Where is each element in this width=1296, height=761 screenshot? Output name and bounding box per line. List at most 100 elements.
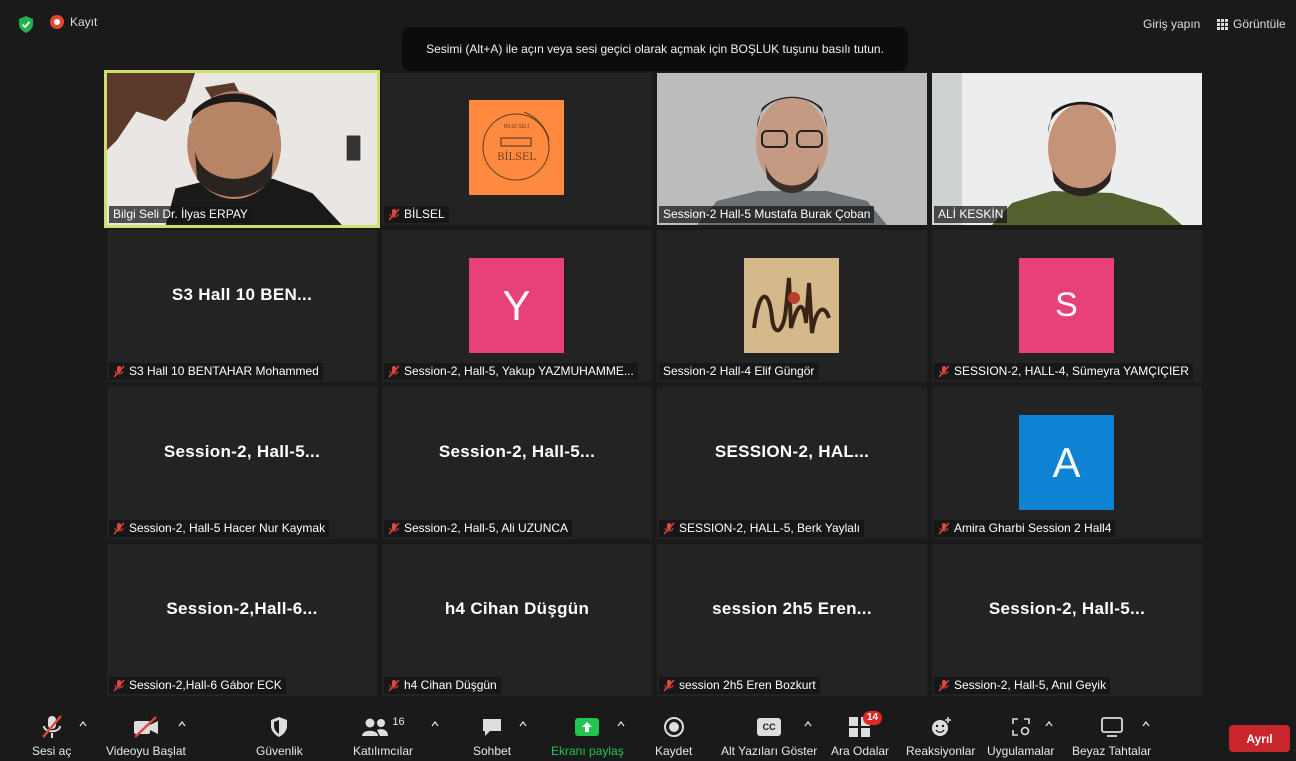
participant-tile[interactable]: A Amira Gharbi Session 2 Hall4 [932, 387, 1202, 539]
participant-name-label: Session-2, Hall-5, Ali UZUNCA [384, 520, 573, 537]
apps-options-chevron-icon[interactable] [1045, 720, 1053, 728]
muted-mic-icon [388, 365, 400, 378]
leave-button[interactable]: Ayrıl [1229, 725, 1290, 752]
muted-mic-icon [663, 679, 675, 692]
breakout-count-badge: 14 [862, 711, 883, 725]
apps-icon [1011, 718, 1030, 736]
bilsel-logo: BİLSEL BİLGİ SELİ [469, 100, 564, 195]
muted-mic-icon [938, 679, 950, 692]
chat-options-chevron-icon[interactable] [519, 720, 527, 728]
participant-name-label: ALİ KESKİN [934, 206, 1008, 223]
captions-cc-icon: CC [757, 718, 782, 736]
share-screen-button[interactable]: Ekranı paylaş [551, 714, 624, 758]
record-button[interactable]: Kaydet [655, 714, 692, 758]
show-captions-button[interactable]: CC Alt Yazıları Göster [721, 714, 817, 758]
participant-avatar: A [1019, 415, 1114, 510]
participant-tile[interactable]: Session-2 Hall-4 Elif Güngör [657, 230, 927, 382]
participant-tile[interactable]: Session-2, Hall-5... Session-2, Hall-5, … [932, 544, 1202, 696]
participant-name-label: Session-2,Hall-6 Gábor ECK [109, 677, 286, 694]
participant-display-name: SESSION-2, HAL... [714, 442, 870, 461]
participant-tile[interactable]: Session-2 Hall-5 Mustafa Burak Çoban [657, 73, 927, 225]
participant-name-label: Session-2 Hall-5 Mustafa Burak Çoban [659, 206, 875, 223]
participant-name-label: SESSION-2, HALL-4, Sümeyra YAMÇIÇIER [934, 363, 1193, 380]
share-screen-arrow-icon [575, 718, 600, 736]
muted-microphone-icon [41, 715, 62, 738]
muted-mic-icon [113, 522, 125, 535]
grid-view-icon [1217, 18, 1228, 30]
participant-name-label: Amira Gharbi Session 2 Hall4 [934, 520, 1116, 537]
participants-options-chevron-icon[interactable] [431, 720, 439, 728]
chat-bubble-icon [483, 719, 502, 736]
participant-display-name: Session-2, Hall-5... [163, 442, 321, 461]
participant-name-label: Session-2 Hall-4 Elif Güngör [659, 363, 819, 380]
whiteboard-icon [1100, 717, 1123, 737]
participant-name-label: session 2h5 Eren Bozkurt [659, 677, 820, 694]
view-label: Görüntüle [1233, 17, 1286, 31]
muted-mic-icon [663, 522, 675, 535]
participant-name-label: h4 Cihan Düşgün [384, 677, 501, 694]
share-options-chevron-icon[interactable] [617, 720, 625, 728]
muted-mic-icon [113, 365, 125, 378]
video-options-chevron-icon[interactable] [178, 720, 186, 728]
participant-tile[interactable]: BİLSEL BİLGİ SELİ BİLSEL [382, 73, 652, 225]
audio-options-chevron-icon[interactable] [79, 720, 87, 728]
participant-display-name: Session-2, Hall-5... [988, 599, 1146, 618]
participant-tile[interactable]: Session-2,Hall-6... Session-2,Hall-6 Gáb… [107, 544, 377, 696]
muted-mic-icon [388, 208, 400, 221]
participant-name-label: Session-2, Hall-5 Hacer Nur Kaymak [109, 520, 330, 537]
participant-tile[interactable]: Session-2, Hall-5... Session-2, Hall-5 H… [107, 387, 377, 539]
participants-count: 16 [392, 716, 405, 728]
muted-mic-icon [938, 522, 950, 535]
video-off-icon [133, 716, 158, 738]
view-button[interactable]: Görüntüle [1217, 17, 1286, 31]
muted-mic-icon [938, 365, 950, 378]
participant-tile[interactable]: Y Session-2, Hall-5, Yakup YAZMUHAMME... [382, 230, 652, 382]
recording-label: Kayıt [70, 15, 98, 29]
participant-display-name: Session-2,Hall-6... [166, 599, 318, 618]
security-button[interactable]: Güvenlik [256, 714, 303, 758]
whiteboard-options-chevron-icon[interactable] [1142, 720, 1150, 728]
reactions-button[interactable]: Reaksiyonlar [906, 714, 975, 758]
meeting-toolbar: Sesi aç Videoyu Başlat Güvenlik 16 Katıl… [0, 706, 1296, 761]
participant-name-label: SESSION-2, HALL-5, Berk Yaylalı [659, 520, 864, 537]
participant-display-name: session 2h5 Eren... [712, 599, 872, 618]
muted-mic-icon [388, 679, 400, 692]
start-video-button[interactable]: Videoyu Başlat [106, 714, 186, 758]
breakout-rooms-button[interactable]: 14 Ara Odalar [831, 711, 889, 758]
book-logo-icon [482, 111, 550, 181]
security-shield-icon [271, 717, 288, 737]
participant-display-name: h4 Cihan Düşgün [444, 599, 590, 618]
participant-name-label: BİLSEL [384, 206, 449, 223]
participant-tile[interactable]: S3 Hall 10 BEN... S3 Hall 10 BENTAHAR Mo… [107, 230, 377, 382]
participant-tile[interactable]: ALİ KESKİN [932, 73, 1202, 225]
participant-tile[interactable]: SESSION-2, HAL... SESSION-2, HALL-5, Ber… [657, 387, 927, 539]
chat-button[interactable]: Sohbet [473, 714, 511, 758]
participants-icon [362, 718, 389, 736]
participant-video [107, 73, 377, 225]
record-icon [50, 15, 64, 29]
participants-button[interactable]: 16 Katılımcılar [353, 714, 413, 758]
participant-display-name: Session-2, Hall-5... [438, 442, 596, 461]
participant-tile[interactable]: Bilgi Seli Dr. İlyas ERPAY [104, 70, 380, 228]
muted-mic-icon [113, 679, 125, 692]
recording-indicator[interactable]: Kayıt [50, 15, 97, 29]
participant-tile[interactable]: h4 Cihan Düşgün h4 Cihan Düşgün [382, 544, 652, 696]
participant-tile[interactable]: Session-2, Hall-5... Session-2, Hall-5, … [382, 387, 652, 539]
unmute-hint-tooltip: Sesimi (Alt+A) ile açın veya sesi geçici… [402, 27, 908, 71]
participant-name-label: Session-2, Hall-5, Yakup YAZMUHAMME... [384, 363, 638, 380]
unmute-button[interactable]: Sesi aç [32, 714, 71, 758]
participant-name-label: Bilgi Seli Dr. İlyas ERPAY [109, 206, 252, 223]
participant-video [657, 73, 927, 225]
muted-mic-icon [388, 522, 400, 535]
participant-avatar: S [1019, 258, 1114, 353]
login-link[interactable]: Giriş yapın [1143, 17, 1200, 31]
participant-display-name: S3 Hall 10 BEN... [171, 285, 313, 304]
participant-profile-picture [744, 258, 839, 353]
security-shield-icon[interactable] [18, 16, 34, 33]
captions-options-chevron-icon[interactable] [804, 720, 812, 728]
participant-tile[interactable]: S SESSION-2, HALL-4, Sümeyra YAMÇIÇIER [932, 230, 1202, 382]
participant-tile[interactable]: session 2h5 Eren... session 2h5 Eren Boz… [657, 544, 927, 696]
whiteboards-button[interactable]: Beyaz Tahtalar [1072, 714, 1151, 758]
participant-name-label: Session-2, Hall-5, Anıl Geyik [934, 677, 1111, 694]
record-icon [663, 717, 684, 737]
